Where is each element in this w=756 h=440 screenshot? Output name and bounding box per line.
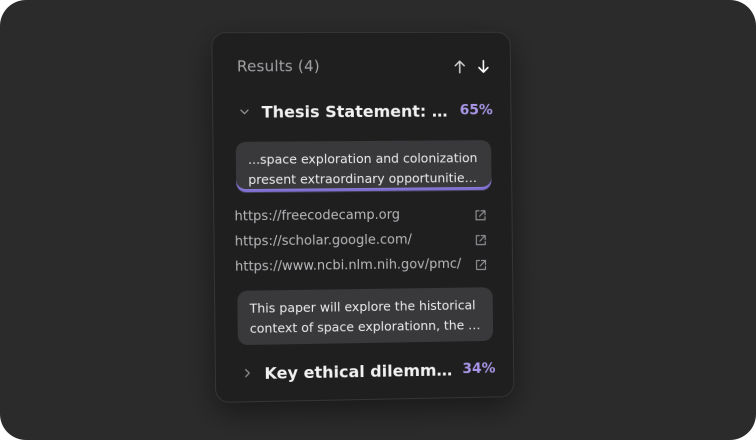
- chevron-right-icon[interactable]: [240, 366, 254, 380]
- results-header: Results (4): [237, 57, 491, 80]
- external-link-icon[interactable]: [474, 207, 488, 221]
- external-link-icon[interactable]: [474, 232, 488, 246]
- sort-down-button[interactable]: [476, 59, 490, 75]
- source-link[interactable]: https://scholar.google.com/: [235, 229, 489, 252]
- group-title: Thesis Statement: Space exploration and …: [262, 101, 450, 121]
- source-url[interactable]: https://www.ncbi.nlm.nih.gov/pmc/: [235, 256, 467, 274]
- source-url[interactable]: https://scholar.google.com/: [235, 231, 467, 249]
- sort-controls: [453, 59, 491, 75]
- result-group-ethical[interactable]: Key ethical dilemmas and considerations …: [240, 357, 496, 386]
- source-link[interactable]: https://freecodecamp.org: [234, 204, 488, 227]
- snippet-card[interactable]: This paper will explore the historical c…: [237, 287, 493, 345]
- sort-up-button[interactable]: [453, 59, 467, 75]
- result-group-thesis[interactable]: Thesis Statement: Space exploration and …: [237, 98, 493, 123]
- arrow-up-icon: [454, 60, 466, 74]
- match-percentage: 34%: [462, 361, 495, 378]
- source-link[interactable]: https://www.ncbi.nlm.nih.gov/pmc/: [235, 253, 489, 276]
- results-panel: Results (4) Thesis Statement: Space 65% …: [211, 32, 514, 403]
- snippet-card-active[interactable]: ...space exploration and colonization pr…: [236, 140, 492, 190]
- match-percentage: 65%: [460, 102, 493, 118]
- results-title: Results (4): [237, 57, 320, 75]
- external-link-icon[interactable]: [475, 256, 489, 270]
- group-title: Key ethical dilemmas and considerations: [264, 360, 452, 382]
- snippet-line: context of space explorationn, the ethic…: [250, 315, 482, 339]
- snippet-line: present extraordinary opportunities for …: [248, 168, 480, 190]
- snippet-line: ...space exploration and colonization: [248, 148, 480, 170]
- app-background: Results (4) Thesis Statement: Space 65% …: [0, 0, 756, 440]
- chevron-down-icon[interactable]: [237, 105, 251, 119]
- source-url[interactable]: https://freecodecamp.org: [234, 206, 466, 223]
- arrow-down-icon: [477, 60, 489, 74]
